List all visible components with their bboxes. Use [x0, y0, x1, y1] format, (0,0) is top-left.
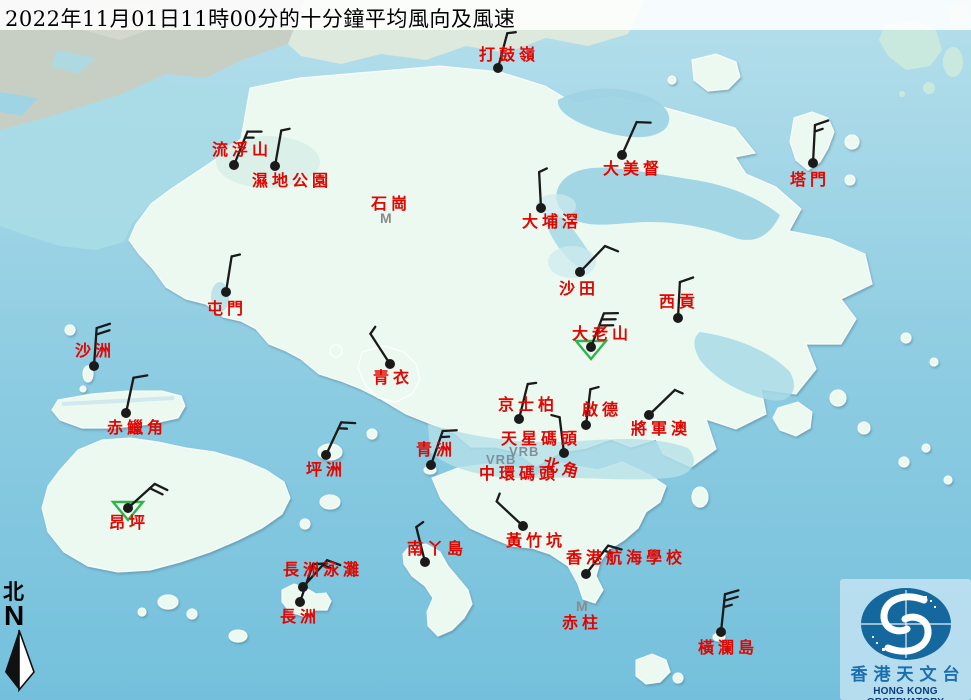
- wind-barb: [443, 430, 457, 431]
- station-dot: [575, 267, 585, 277]
- station-dot: [123, 503, 133, 513]
- station-dot: [586, 342, 596, 352]
- island: [229, 630, 247, 642]
- hko-logo: 香港天文台 HONG KONG OBSERVATORY: [840, 579, 971, 700]
- station-dot: [270, 161, 280, 171]
- island: [158, 595, 178, 609]
- island: [858, 422, 870, 434]
- station-dot: [559, 448, 569, 458]
- island: [320, 495, 340, 509]
- station-dot: [716, 627, 726, 637]
- island: [80, 386, 86, 392]
- island: [944, 476, 952, 484]
- island: [725, 641, 731, 647]
- island: [845, 175, 855, 185]
- hong-kong-map: [0, 0, 971, 700]
- island: [65, 325, 75, 335]
- island: [830, 390, 846, 406]
- north-compass: 北 N: [3, 581, 43, 699]
- island: [899, 457, 909, 467]
- station-dot: [644, 410, 654, 420]
- island: [922, 444, 930, 452]
- hko-chinese-name: 香港天文台: [845, 666, 971, 685]
- island: [138, 608, 146, 616]
- island: [930, 358, 938, 366]
- wind-barb: [341, 422, 355, 423]
- station-dot: [420, 557, 430, 567]
- island: [901, 333, 911, 343]
- north-arrow-icon: [3, 628, 37, 694]
- island: [673, 673, 683, 683]
- island: [692, 487, 708, 507]
- north-letter-label: N: [4, 603, 43, 628]
- hko-emblem-icon: [858, 584, 954, 664]
- station-dot: [89, 361, 99, 371]
- station-dot: [321, 450, 331, 460]
- wind-map-screenshot: 打鼓嶺流浮山濕地公園石崗M大美督塔門大埔滘沙田屯門沙洲西貢大老山青衣赤鱲角坪洲青…: [0, 0, 971, 700]
- station-dot: [581, 569, 591, 579]
- station-dot: [514, 414, 524, 424]
- station-dot: [385, 359, 395, 369]
- station-dot: [229, 160, 239, 170]
- wind-barb: [313, 563, 327, 564]
- map-title: 2022年11月01日11時00分的十分鐘平均風向及風速: [5, 3, 515, 33]
- station-dot: [808, 158, 818, 168]
- title-bar: 2022年11月01日11時00分的十分鐘平均風向及風速: [0, 0, 971, 30]
- station-dot: [121, 408, 131, 418]
- station-dot: [518, 521, 528, 531]
- station-dot: [617, 150, 627, 160]
- station-dot: [673, 313, 683, 323]
- hko-english-name: HONG KONG OBSERVATORY: [840, 686, 971, 700]
- island: [367, 429, 377, 439]
- station-dot: [493, 63, 503, 73]
- station-dot: [536, 203, 546, 213]
- station-dot: [581, 420, 591, 430]
- island: [845, 135, 859, 149]
- island: [187, 609, 197, 619]
- island: [300, 519, 310, 529]
- island: [330, 345, 342, 357]
- station-dot: [221, 287, 231, 297]
- wind-barb: [528, 383, 536, 384]
- station-dot: [295, 597, 305, 607]
- station-dot: [426, 460, 436, 470]
- island: [668, 76, 676, 84]
